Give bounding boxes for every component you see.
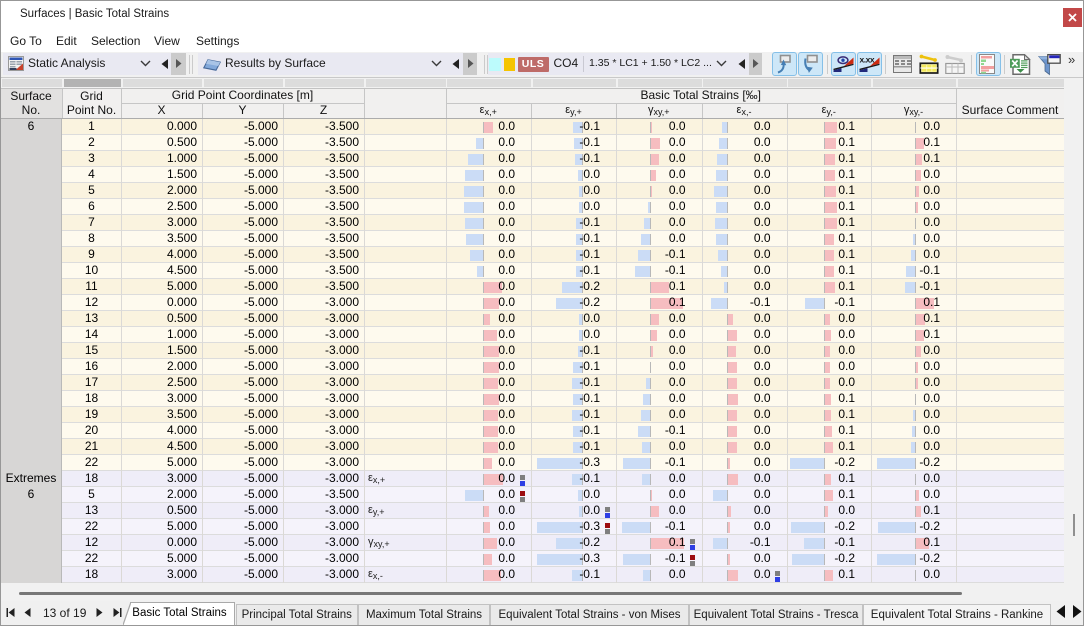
svg-text:x.xx: x.xx [860, 55, 875, 65]
